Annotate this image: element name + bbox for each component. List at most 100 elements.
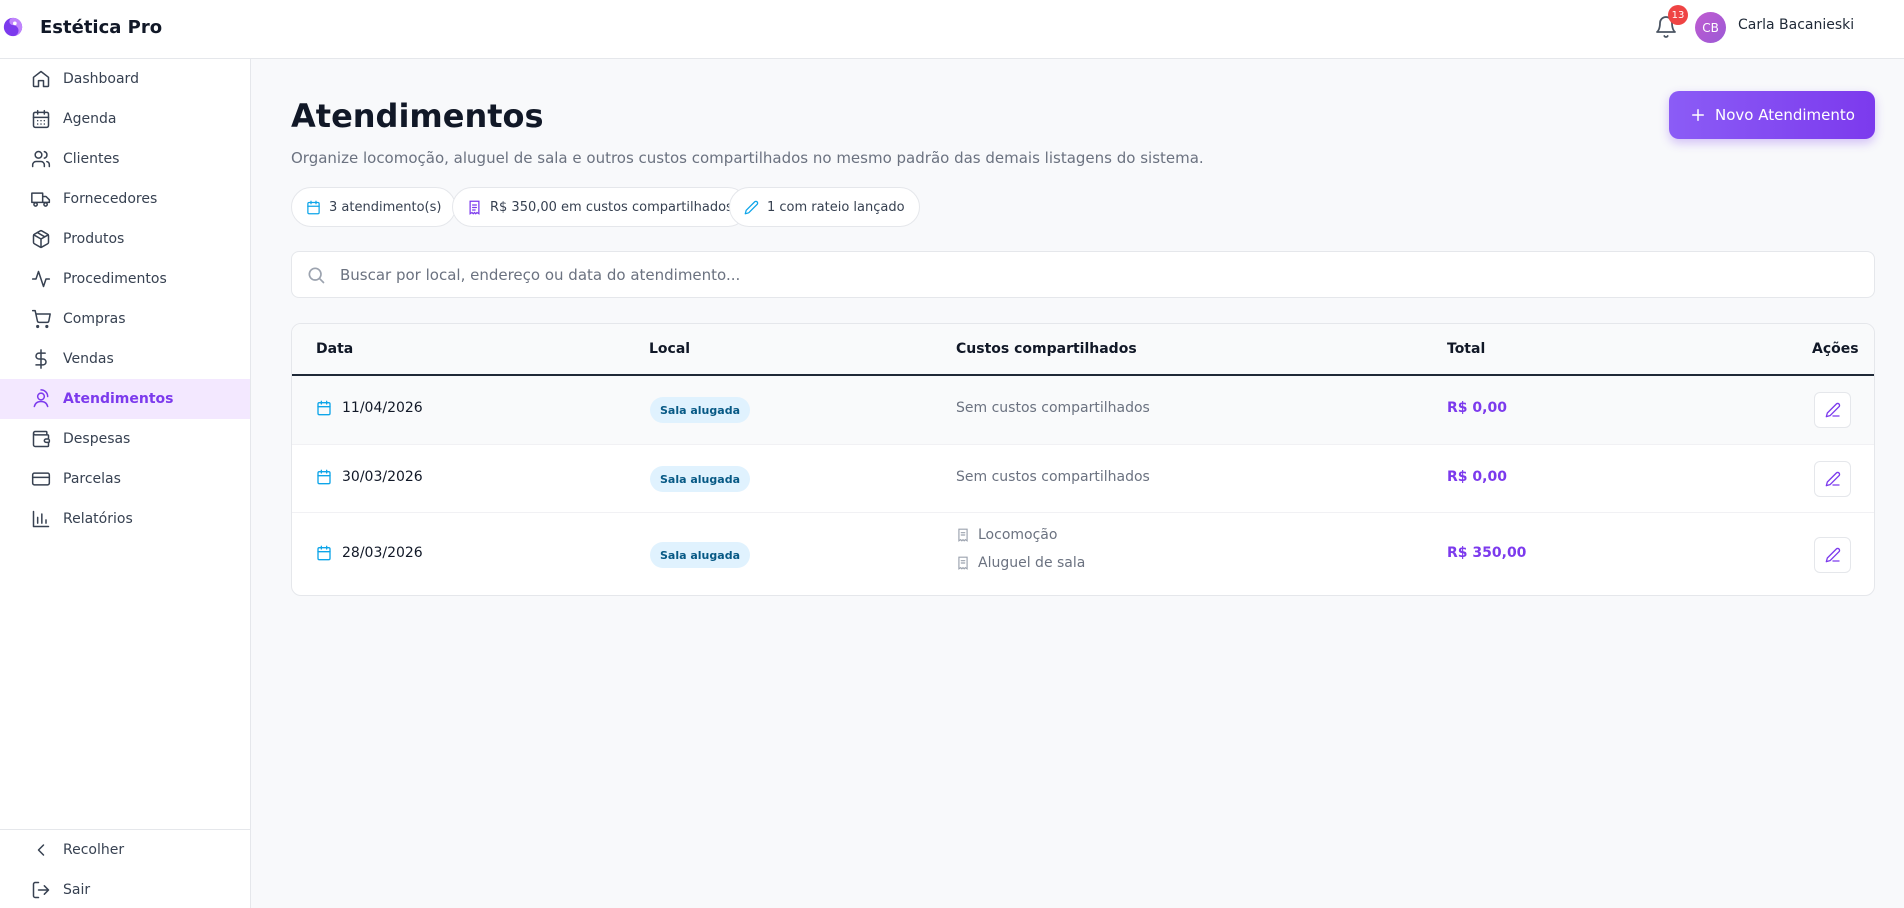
date-value: 28/03/2026	[342, 545, 423, 561]
edit-button[interactable]	[1814, 392, 1851, 428]
cost-item: Locomoção	[956, 527, 1057, 543]
total-value: R$ 0,00	[1447, 400, 1507, 416]
cart-icon	[31, 309, 51, 329]
table-row[interactable]: 28/03/2026 Sala alugada Locomoção Alugue…	[292, 513, 1874, 595]
date-cell: 30/03/2026	[316, 469, 423, 485]
sidebar-item-label: Dashboard	[63, 71, 139, 87]
sidebar-item-clientes[interactable]: Clientes	[0, 139, 250, 179]
search-icon	[308, 267, 325, 283]
user-name[interactable]: Carla Bacanieski	[1738, 17, 1854, 33]
chip-label: 1 com rateio lançado	[767, 199, 905, 215]
total-value: R$ 350,00	[1447, 545, 1527, 561]
calendar-icon	[317, 545, 331, 561]
logout-button[interactable]: Sair	[0, 870, 250, 908]
location-badge: Sala alugada	[650, 542, 750, 568]
calendar-icon	[317, 400, 331, 416]
pencil-icon	[744, 200, 759, 214]
sidebar-item-label: Parcelas	[63, 471, 121, 487]
calendar-icon	[32, 109, 50, 129]
column-header-total[interactable]: Total	[1447, 341, 1485, 357]
table-row[interactable]: 11/04/2026 Sala alugada Sem custos compa…	[292, 376, 1874, 445]
calendar-icon	[307, 200, 320, 214]
sidebar-item-label: Atendimentos	[63, 391, 174, 407]
sidebar-item-agenda[interactable]: Agenda	[0, 99, 250, 139]
page-description: Organize locomoção, aluguel de sala e ou…	[291, 149, 1204, 167]
main-content: Atendimentos Organize locomoção, aluguel…	[251, 59, 1904, 908]
users-icon	[31, 150, 51, 168]
chip-shared-costs: R$ 350,00 em custos compartilhados	[452, 187, 748, 227]
date-value: 30/03/2026	[342, 469, 423, 485]
bar-chart-icon	[32, 510, 50, 528]
edit-button[interactable]	[1814, 461, 1851, 497]
sidebar-item-label: Fornecedores	[63, 191, 158, 207]
date-value: 11/04/2026	[342, 400, 423, 416]
column-header-location[interactable]: Local	[649, 341, 690, 357]
pencil-icon	[1825, 402, 1840, 418]
edit-button[interactable]	[1814, 537, 1851, 573]
wallet-icon	[32, 430, 51, 448]
sidebar-item-label: Agenda	[63, 111, 117, 127]
pencil-icon	[1825, 547, 1840, 563]
sidebar-footer: Recolher Sair	[0, 829, 250, 908]
sidebar-item-compras[interactable]: Compras	[0, 299, 250, 339]
search-bar	[291, 251, 1875, 298]
package-icon	[32, 229, 50, 249]
costs-empty: Sem custos compartilhados	[956, 469, 1150, 485]
table-row[interactable]: 30/03/2026 Sala alugada Sem custos compa…	[292, 445, 1874, 513]
sidebar-item-label: Procedimentos	[63, 271, 167, 287]
sidebar-item-label: Relatórios	[63, 511, 133, 527]
search-input[interactable]	[340, 265, 1840, 284]
table-header: Data Local Custos compartilhados Total A…	[292, 324, 1874, 376]
credit-card-icon	[31, 472, 51, 486]
chip-label: 3 atendimento(s)	[329, 199, 442, 215]
chip-label: R$ 350,00 em custos compartilhados	[490, 199, 733, 215]
sidebar-item-parcelas[interactable]: Parcelas	[0, 459, 250, 499]
notification-badge: 13	[1668, 5, 1688, 25]
atendimentos-table: Data Local Custos compartilhados Total A…	[291, 323, 1875, 596]
new-atendimento-label: Novo Atendimento	[1715, 106, 1855, 124]
page-title: Atendimentos	[291, 97, 544, 135]
receipt-icon	[958, 556, 968, 570]
sidebar-item-label: Compras	[63, 311, 126, 327]
sidebar-item-label: Produtos	[63, 231, 125, 247]
dollar-icon	[35, 349, 47, 369]
chip-rateio: 1 com rateio lançado	[729, 187, 920, 227]
chevron-left-icon	[37, 844, 45, 856]
sidebar-item-label: Clientes	[63, 151, 120, 167]
location-badge: Sala alugada	[650, 397, 750, 423]
sidebar-item-procedimentos[interactable]: Procedimentos	[0, 259, 250, 299]
cost-label: Aluguel de sala	[978, 555, 1086, 571]
receipt-icon	[469, 200, 480, 215]
sidebar: Dashboard Agenda Clientes Fornecedores P…	[0, 59, 251, 908]
app-name: Estética Pro	[40, 16, 163, 38]
top-bar: Estética Pro 13 CB Carla Bacanieski	[0, 0, 1904, 59]
sidebar-item-produtos[interactable]: Produtos	[0, 219, 250, 259]
location-badge: Sala alugada	[650, 466, 750, 492]
truck-icon	[31, 192, 51, 207]
column-header-costs[interactable]: Custos compartilhados	[956, 341, 1137, 357]
receipt-icon	[958, 528, 968, 542]
cost-item: Aluguel de sala	[956, 555, 1085, 571]
logo-icon	[3, 17, 23, 37]
date-cell: 28/03/2026	[316, 545, 423, 561]
sidebar-item-label: Despesas	[63, 431, 131, 447]
column-header-date[interactable]: Data	[316, 341, 353, 357]
sidebar-item-atendimentos[interactable]: Atendimentos	[0, 379, 250, 419]
sidebar-item-fornecedores[interactable]: Fornecedores	[0, 179, 250, 219]
activity-icon	[31, 270, 51, 288]
sidebar-item-dashboard[interactable]: Dashboard	[0, 59, 250, 99]
home-icon	[32, 70, 50, 88]
logout-label: Sair	[63, 882, 91, 898]
avatar[interactable]: CB	[1695, 12, 1726, 43]
new-atendimento-button[interactable]: Novo Atendimento	[1669, 91, 1875, 139]
cost-label: Locomoção	[978, 527, 1058, 543]
calendar-icon	[317, 469, 331, 485]
date-cell: 11/04/2026	[316, 400, 423, 416]
brand[interactable]: Estética Pro	[0, 12, 162, 42]
plus-icon	[1692, 109, 1705, 121]
sidebar-item-despesas[interactable]: Despesas	[0, 419, 250, 459]
sidebar-item-vendas[interactable]: Vendas	[0, 339, 250, 379]
column-header-actions: Ações	[1812, 341, 1859, 357]
sidebar-item-relatorios[interactable]: Relatórios	[0, 499, 250, 539]
collapse-button[interactable]: Recolher	[0, 830, 250, 870]
